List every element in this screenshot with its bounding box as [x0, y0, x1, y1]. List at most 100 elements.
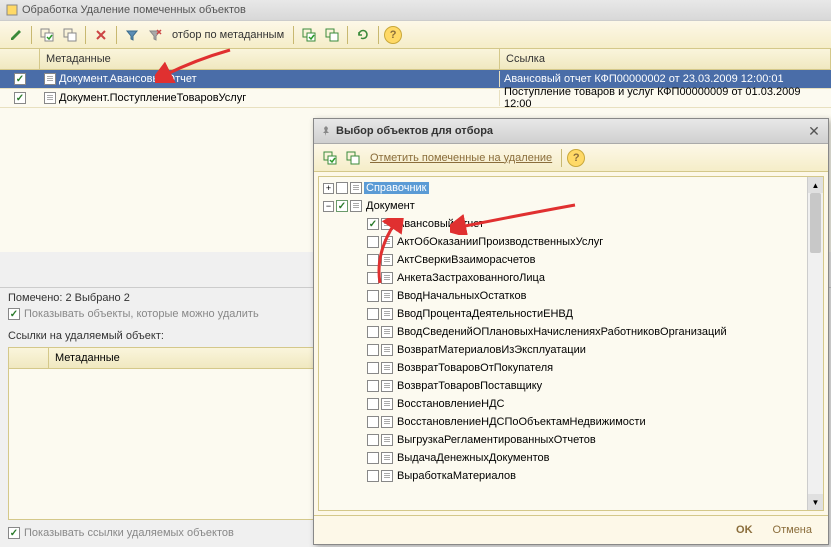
tree-checkbox[interactable] — [367, 254, 379, 266]
dialog-help-icon[interactable]: ? — [567, 149, 585, 167]
tree-scrollbar[interactable]: ▲ ▼ — [807, 177, 823, 510]
grid-header-metadata[interactable]: Метаданные — [40, 49, 500, 69]
tree-item[interactable]: АктОбОказанииПроизводственныхУслуг — [365, 233, 821, 251]
tree-checkbox[interactable] — [367, 380, 379, 392]
doc-icon — [381, 326, 393, 338]
scroll-down-icon[interactable]: ▼ — [808, 494, 823, 510]
tree-item[interactable]: ВыдачаДенежныхДокументов — [365, 449, 821, 467]
refresh-icon[interactable] — [353, 25, 373, 45]
doc-icon — [381, 452, 393, 464]
close-icon[interactable]: ✕ — [806, 123, 822, 139]
tree-item[interactable]: АнкетаЗастрахованногоЛица — [365, 269, 821, 287]
folder-icon — [350, 200, 362, 212]
doc-icon — [381, 272, 393, 284]
filter-label: отбор по метаданным — [172, 29, 284, 41]
filter-dialog: Выбор объектов для отбора ✕ Отметить пом… — [313, 118, 829, 545]
tree-item[interactable]: ВозвратТоваровПоставщику — [365, 377, 821, 395]
refs-header-num[interactable] — [9, 348, 49, 368]
check-all-icon[interactable] — [37, 25, 57, 45]
tree-checkbox[interactable] — [367, 218, 379, 230]
tree-item-label: ВосстановлениеНДСПоОбъектамНедвижимости — [395, 416, 648, 428]
row-metadata: Документ.ПоступлениеТоваровУслуг — [59, 92, 246, 104]
tree-item-label: ВыгрузкаРегламентированныхОтчетов — [395, 434, 598, 446]
delete-icon[interactable] — [91, 25, 111, 45]
row-checkbox[interactable] — [14, 73, 26, 85]
filter-clear-icon[interactable] — [145, 25, 165, 45]
uncheck-all-icon[interactable] — [60, 25, 80, 45]
tree-item-label: ВозвратТоваровПоставщику — [395, 380, 544, 392]
tree-checkbox[interactable] — [367, 416, 379, 428]
expand-icon[interactable]: + — [323, 183, 334, 194]
filter-icon[interactable] — [122, 25, 142, 45]
scrollbar-thumb[interactable] — [810, 193, 821, 253]
tree-item-label: ВыдачаДенежныхДокументов — [395, 452, 552, 464]
doc-icon — [381, 290, 393, 302]
show-refs-label: Показывать ссылки удаляемых объектов — [24, 527, 234, 539]
tree-checkbox[interactable] — [336, 182, 348, 194]
cancel-button[interactable]: Отмена — [767, 522, 818, 538]
collapse-icon[interactable]: − — [323, 201, 334, 212]
tree-item-label: АвансовыйОтчет — [395, 218, 486, 230]
tree-item[interactable]: ВыработкаМатериалов — [365, 467, 821, 485]
dialog-uncheck-all-icon[interactable] — [343, 148, 363, 168]
window-titlebar: Обработка Удаление помеченных объектов — [0, 0, 831, 21]
row-checkbox[interactable] — [14, 92, 26, 104]
tree-item[interactable]: ВосстановлениеНДСПоОбъектамНедвижимости — [365, 413, 821, 431]
tree-checkbox[interactable] — [367, 398, 379, 410]
dialog-check-all-icon[interactable] — [320, 148, 340, 168]
uncheck-boxes-icon[interactable] — [322, 25, 342, 45]
doc-icon — [381, 254, 393, 266]
tree-item-label: ВводНачальныхОстатков — [395, 290, 528, 302]
tree-item-label: ВосстановлениеНДС — [395, 398, 506, 410]
doc-icon — [381, 470, 393, 482]
tree-checkbox[interactable] — [367, 236, 379, 248]
tree-checkbox[interactable] — [367, 344, 379, 356]
doc-icon — [381, 236, 393, 248]
tree-checkbox[interactable] — [367, 290, 379, 302]
doc-icon — [44, 73, 56, 85]
tree-item[interactable]: АвансовыйОтчет — [365, 215, 821, 233]
grid-header-check[interactable] — [0, 49, 40, 69]
edit-icon[interactable] — [6, 25, 26, 45]
dialog-title-text: Выбор объектов для отбора — [336, 125, 493, 137]
tree-item[interactable]: ВозвратМатериаловИзЭксплуатации — [365, 341, 821, 359]
doc-icon — [381, 362, 393, 374]
grid-row[interactable]: Документ.ПоступлениеТоваровУслуг Поступл… — [0, 89, 831, 108]
tree-item[interactable]: ВыгрузкаРегламентированныхОтчетов — [365, 431, 821, 449]
tree-checkbox[interactable] — [367, 272, 379, 284]
grid-header: Метаданные Ссылка — [0, 49, 831, 70]
tree-item-spravochnik[interactable]: + Справочник — [321, 179, 821, 197]
tree-item-label: АктСверкиВзаиморасчетов — [395, 254, 537, 266]
tree-item[interactable]: ВводПроцентаДеятельностиЕНВД — [365, 305, 821, 323]
tree-item[interactable]: ВозвратТоваровОтПокупателя — [365, 359, 821, 377]
show-deletable-checkbox[interactable] — [8, 308, 20, 320]
check-boxes-icon[interactable] — [299, 25, 319, 45]
tree-item-label: ВыработкаМатериалов — [395, 470, 518, 482]
tree-item-document[interactable]: − Документ — [321, 197, 821, 215]
tree-checkbox[interactable] — [367, 452, 379, 464]
tree-item[interactable]: АктСверкиВзаиморасчетов — [365, 251, 821, 269]
row-link: Поступление товаров и услуг КФП00000009 … — [500, 84, 831, 112]
mark-deleted-link[interactable]: Отметить помеченные на удаление — [370, 152, 552, 164]
tree-item[interactable]: ВводСведенийОПлановыхНачисленияхРаботник… — [365, 323, 821, 341]
scroll-up-icon[interactable]: ▲ — [808, 177, 823, 193]
doc-icon — [381, 308, 393, 320]
tree-checkbox[interactable] — [367, 434, 379, 446]
doc-icon — [381, 380, 393, 392]
tree-item-label: ВозвратМатериаловИзЭксплуатации — [395, 344, 588, 356]
tree-checkbox[interactable] — [367, 470, 379, 482]
show-refs-checkbox[interactable] — [8, 527, 20, 539]
tree-checkbox[interactable] — [367, 326, 379, 338]
tree-checkbox[interactable] — [367, 308, 379, 320]
grid-header-link[interactable]: Ссылка — [500, 49, 831, 69]
tree-checkbox[interactable] — [367, 362, 379, 374]
main-toolbar: отбор по метаданным ? — [0, 21, 831, 49]
tree-label-spravochnik: Справочник — [364, 182, 429, 194]
tree-item-label: АктОбОказанииПроизводственныхУслуг — [395, 236, 605, 248]
tree-item[interactable]: ВосстановлениеНДС — [365, 395, 821, 413]
ok-button[interactable]: OK — [730, 522, 759, 538]
tree-item[interactable]: ВводНачальныхОстатков — [365, 287, 821, 305]
doc-icon — [381, 218, 393, 230]
tree-checkbox[interactable] — [336, 200, 348, 212]
help-icon[interactable]: ? — [384, 26, 402, 44]
